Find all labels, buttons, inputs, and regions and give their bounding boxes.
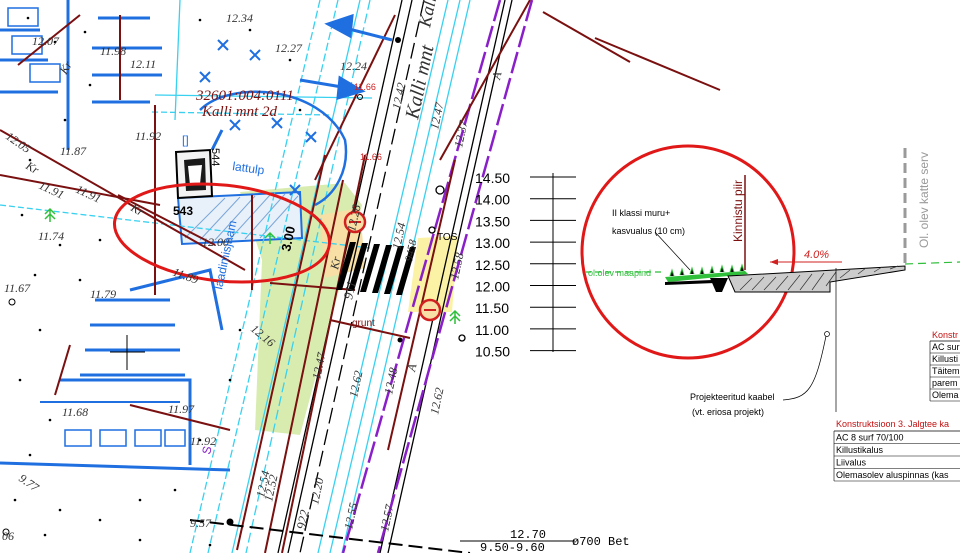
elevation-label: 11.79 [90, 287, 116, 301]
label-11-66b: 11.66 [354, 82, 376, 92]
pipe-bottom-elev: 9.50-9.60 [480, 541, 545, 553]
elevation-label: 12.55 [341, 501, 360, 530]
elevation-label: 11.87 [60, 144, 87, 158]
construction-table-top: Konstr AC sur Killusti Täitem parem Olema [929, 330, 960, 402]
table-row-text: Olema [932, 390, 959, 400]
lot-code-label: 32601:004:0111 [195, 88, 294, 104]
grass-label-2: kasvualus (10 cm) [612, 226, 685, 236]
elevation-label: 12.11 [130, 57, 156, 71]
cable-label-2: (vt. eriosa projekt) [692, 407, 764, 417]
elevation-label: 12.20 [307, 476, 326, 505]
grass-label-1: II klassi muru+ [612, 208, 670, 218]
site-plan-svg: 12.0711.9812.1112.05 11.8711.9211.91 11.91… [0, 0, 960, 553]
elevation-label: 12.05 [3, 129, 33, 156]
elevation-label: 12.62 [427, 386, 446, 415]
construction-table-bottom: Konstruktsioon 3. Jalgtee ka AC 8 surf 7… [833, 419, 960, 482]
table-row-text: AC sur [932, 342, 960, 352]
a-label: A [489, 70, 505, 82]
table-row-text: AC 8 surf 70/100 [836, 433, 904, 443]
survey-cross [110, 335, 145, 370]
sign-label: lattulp [232, 159, 266, 177]
elevation-label: 9.57 [190, 516, 212, 530]
elevation-label: 12.34 [226, 11, 253, 25]
elevation-label: 12.47 [427, 100, 447, 130]
elevation-label: 11.92 [135, 129, 161, 143]
elevation-label: 11.74 [38, 229, 64, 243]
elevation-label: 12.27 [275, 41, 303, 55]
street-label-2: Kalli [414, 0, 441, 30]
value-911: 911 [340, 279, 359, 300]
pipe-diameter: ø700 Bet [572, 535, 630, 549]
table-row-text: Täitem [932, 366, 960, 376]
elevation-label: 12.62 [346, 369, 365, 398]
scale-label: 13.00 [475, 235, 510, 251]
cable-label-1: Projekteeritud kaabel [690, 392, 775, 402]
elevation-label: 12.07 [32, 34, 60, 48]
kr-label: Kr [23, 158, 42, 177]
elevation-label: 11.98 [100, 44, 126, 58]
existing-ground-label: ol.olev maapind [588, 268, 651, 278]
drawing-canvas: 12.07 11.98 12.11 12.05 11.87 11.92 11.91 11.91… [0, 0, 960, 553]
table-row-text: parem [932, 378, 958, 388]
label-11-66: 11.66 [360, 152, 382, 162]
pipe-top-elev: 12.70 [510, 528, 546, 542]
section-highlight-circle [580, 144, 796, 360]
bracket-label: [] [182, 133, 189, 147]
elevation-label: 11.89 [171, 265, 200, 287]
elevation-label: 11.97 [168, 402, 195, 416]
elevation-label: 12.37 [451, 118, 471, 148]
elevation-label: 11.67 [4, 281, 31, 295]
table-row-text: Liivalus [836, 458, 867, 468]
elevation-label: 11.68 [62, 405, 88, 419]
tos-label: TOS [437, 232, 458, 243]
elevation-label: 9.77 [16, 471, 42, 495]
number-544: 544 [209, 148, 221, 166]
boundary-label: Kinnistu piir [731, 180, 745, 242]
address-label: Kalli mnt 2d [201, 104, 278, 120]
scale-label: 11.00 [475, 322, 509, 338]
bottom-dash-line [189, 519, 471, 553]
label-06: 06 [2, 529, 14, 543]
elevation-scale: 14.50 14.00 13.50 13.00 12.50 12.00 11.50 11.00… [475, 170, 576, 360]
grunt-label: grunt [352, 318, 375, 329]
table-bottom-title: Konstruktsioon 3. Jalgtee ka [836, 419, 949, 429]
table-row-text: Killustikalus [836, 445, 884, 455]
scale-label: 10.50 [475, 344, 510, 360]
scale-label: 11.50 [475, 300, 509, 316]
elevation-label: 11.91 [37, 178, 67, 202]
scale-label: 14.50 [475, 170, 510, 186]
kr-label: Kr [56, 58, 75, 77]
table-top-title: Konstr [932, 330, 958, 340]
table-row-text: Killusti [932, 354, 958, 364]
scale-label: 13.50 [475, 213, 510, 229]
scale-label: 12.00 [475, 279, 510, 295]
elevation-label: 12.24 [340, 59, 367, 73]
scale-label: 14.00 [475, 192, 510, 208]
cross-section: II klassi muru+ kasvualus (10 cm) ol.ole… [580, 144, 960, 417]
scale-label: 12.50 [475, 257, 510, 273]
curb-label: Ol. olev katte serv [917, 152, 931, 248]
slope-label: 4.0% [804, 249, 829, 261]
table-row-text: Olemasolev aluspinnas (kas [836, 470, 949, 480]
number-543: 543 [173, 204, 193, 218]
value-922: 922 [293, 508, 312, 531]
